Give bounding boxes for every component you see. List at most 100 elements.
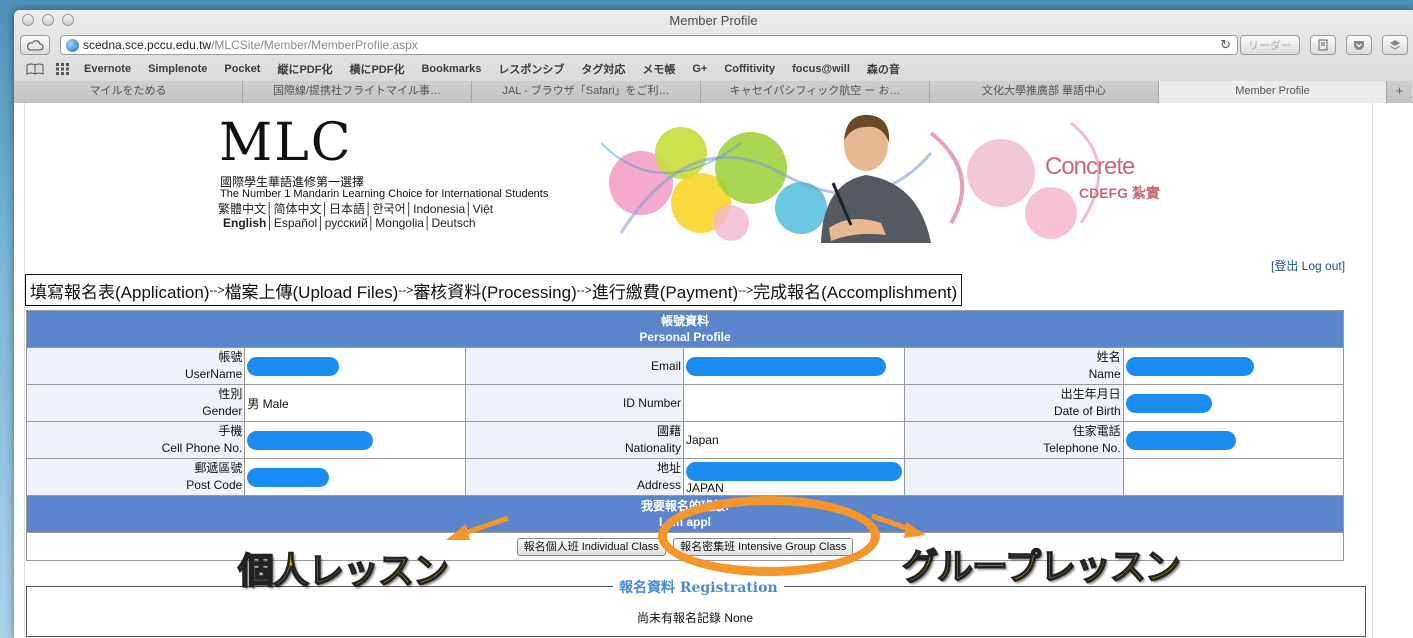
nationality-label-en: Nationality: [624, 441, 681, 455]
cell-label-zh: 手機: [218, 424, 243, 438]
address-bar[interactable]: scedna.sce.pccu.edu.tw/MLCSite/Member/Me…: [60, 35, 1238, 55]
post-code-value: [244, 458, 466, 496]
redaction-mark: [247, 430, 374, 450]
name-label: 姓名 Name: [904, 347, 1124, 385]
empty-label: [904, 458, 1124, 496]
bookmark-item[interactable]: Pocket: [224, 63, 260, 75]
mlc-logo[interactable]: MLC: [219, 113, 353, 173]
tab-bar: マイルをためる 国際線/提携社フライトマイル事… JAL - ブラウザ「Safa…: [14, 81, 1413, 103]
username-label-zh: 帳號: [218, 350, 243, 364]
step-arrow: -->: [398, 283, 414, 297]
step-arrow: -->: [576, 283, 592, 297]
highlight-ellipse: [658, 496, 880, 576]
icloud-tabs-button[interactable]: [20, 35, 50, 55]
window-title: Member Profile: [669, 13, 758, 28]
step-application: 填寫報名表(Application): [30, 282, 210, 302]
username-label: 帳號 UserName: [25, 347, 246, 385]
post-code-label: 郵遞區號 Post Code: [25, 458, 246, 496]
bookmark-item[interactable]: Evernote: [84, 63, 131, 75]
address-value: JAPAN: [682, 458, 906, 496]
browser-chrome: Member Profile scedna.sce.pccu.edu.tw/ML…: [14, 10, 1413, 103]
annotation-group-lesson: グループレッスン: [901, 546, 1181, 589]
bookmark-item[interactable]: Simplenote: [148, 63, 207, 75]
bookmark-item[interactable]: タグ対応: [581, 61, 625, 77]
address-label-zh: 地址: [656, 461, 681, 475]
redaction-mark: [1125, 430, 1236, 450]
new-tab-button[interactable]: +: [1387, 81, 1412, 103]
dob-label-en: Date of Birth: [1053, 404, 1121, 418]
step-payment: 進行繳費(Payment): [591, 282, 739, 302]
gender-label: 性別 Gender: [25, 384, 246, 422]
address-text: JAPAN: [685, 480, 724, 495]
nationality-value: Japan: [682, 421, 906, 459]
tab-partner-miles[interactable]: 国際線/提携社フライトマイル事…: [243, 81, 472, 103]
language-links-rest[interactable]: │Español│русский│Mongolia│Deutsch: [266, 216, 475, 230]
extension-button[interactable]: [1382, 35, 1408, 55]
pocket-button[interactable]: [1346, 35, 1372, 55]
pocket-icon: [1354, 41, 1364, 50]
bookmark-item[interactable]: レスポンシブ: [498, 61, 564, 77]
open-book-icon[interactable]: [26, 63, 44, 75]
bookmark-item[interactable]: 横にPDF化: [349, 61, 404, 77]
email-value: [682, 347, 906, 385]
bookmark-item[interactable]: focus@will: [792, 63, 850, 75]
cell-phone-label: 手機 Cell Phone No.: [25, 421, 246, 459]
redaction-mark: [247, 356, 340, 376]
no-registration-text: 尚未有報名記錄 None: [636, 611, 754, 625]
tab-jal[interactable]: JAL - ブラウザ「Safari」をご利…: [472, 81, 701, 103]
bookmark-item[interactable]: メモ帳: [642, 61, 675, 77]
dob-value: [1122, 384, 1345, 422]
registration-steps: 填寫報名表(Application) --> 檔案上傳(Upload Files) -…: [25, 274, 963, 306]
tagline-en: The Number 1 Mandarin Learning Choice fo…: [220, 188, 549, 200]
tab-miles[interactable]: マイルをためる: [14, 81, 243, 103]
language-english-link[interactable]: English: [223, 216, 266, 230]
empty-value: [1122, 458, 1345, 496]
redaction-mark: [247, 467, 330, 487]
individual-class-button[interactable]: 報名個人班 Individual Class: [516, 537, 666, 556]
layers-icon: [1389, 40, 1401, 50]
tab-view-button[interactable]: [1310, 35, 1336, 55]
cloud-icon: [26, 40, 44, 51]
name-value: [1122, 347, 1345, 385]
language-links-row2[interactable]: English│Español│русский│Mongolia│Deutsch: [223, 216, 476, 230]
pages-icon: [1318, 39, 1328, 51]
profile-header: 帳號資料 Personal Profile: [26, 310, 1344, 348]
nationality-label-zh: 國藉: [656, 424, 681, 438]
language-links-row1[interactable]: 繁體中文│简体中文│日本語│한국어│Indonesia│Việt: [218, 200, 493, 217]
telephone-label: 住家電話 Telephone No.: [904, 421, 1124, 459]
username-label-en: UserName: [184, 367, 243, 381]
cell-phone-value: [244, 421, 466, 459]
telephone-value: [1122, 421, 1345, 459]
bookmark-item[interactable]: 森の音: [867, 61, 900, 77]
banner-sub: CDEFG 紮實: [1079, 185, 1160, 201]
grid-icon[interactable]: [56, 63, 70, 75]
bookmark-item[interactable]: Coffitivity: [724, 63, 775, 75]
post-label-zh: 郵遞區號: [194, 461, 243, 475]
tel-label-en: Telephone No.: [1043, 441, 1121, 455]
bookmark-item[interactable]: 縦にPDF化: [277, 61, 332, 77]
address-label-en: Address: [636, 478, 681, 492]
step-upload: 檔案上傳(Upload Files): [224, 282, 399, 302]
nationality-label: 國藉 Nationality: [464, 421, 684, 459]
step-accomplishment: 完成報名(Accomplishment): [753, 282, 958, 302]
bookmark-item[interactable]: Bookmarks: [421, 63, 481, 75]
gender-value: 男 Male: [244, 384, 466, 422]
bookmark-item[interactable]: G+: [692, 63, 707, 75]
email-label: Email: [464, 347, 684, 385]
tab-pccu[interactable]: 文化大學推廣部 華語中心: [930, 81, 1159, 103]
profile-header-zh: 帳號資料: [660, 314, 709, 328]
reader-button[interactable]: リーダー: [1240, 35, 1300, 55]
redaction-mark: [685, 356, 886, 376]
logout-link[interactable]: [登出 Log out]: [1271, 257, 1345, 274]
step-arrow: -->: [209, 283, 225, 297]
tab-member-profile[interactable]: Member Profile: [1159, 81, 1387, 103]
name-label-zh: 姓名: [1096, 350, 1121, 364]
tab-cathay[interactable]: キャセイパシフィック航空 ー お…: [701, 81, 930, 103]
reload-icon[interactable]: ↻: [1220, 37, 1231, 53]
cell-label-en: Cell Phone No.: [161, 441, 243, 455]
name-label-en: Name: [1088, 367, 1121, 381]
redaction-mark: [685, 461, 902, 481]
registration-legend: 報名資料 Registration: [613, 577, 784, 597]
step-arrow: -->: [738, 283, 754, 297]
tel-label-zh: 住家電話: [1072, 424, 1121, 438]
